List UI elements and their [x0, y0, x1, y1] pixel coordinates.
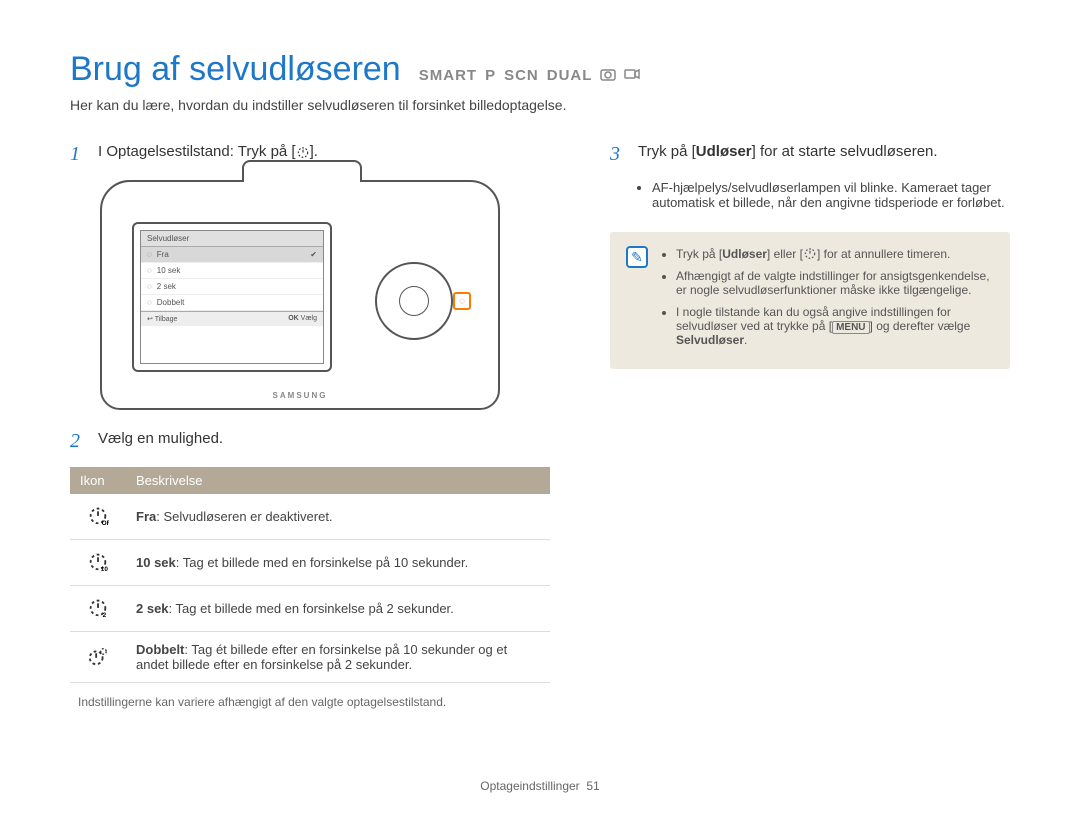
step-2-num: 2	[70, 430, 88, 453]
step-3-text: Tryk på [Udløser] for at starte selvudlø…	[638, 143, 938, 160]
screen-row-double: ◌ Dobbelt	[141, 295, 323, 311]
mode-dual: DUAL	[547, 67, 593, 84]
timer-off-icon: ◌	[147, 250, 152, 259]
mode-row: SMART P SCN DUAL	[419, 67, 641, 85]
step-1-text: I Optagelsestilstand: Tryk på [].	[98, 143, 318, 160]
list-item: Afhængigt af de valgte indstillinger for…	[676, 269, 994, 297]
camera-dpad: ◌	[375, 262, 453, 340]
table-row: 10 10 sek: Tag et billede med en forsink…	[70, 540, 550, 586]
svg-text:2: 2	[103, 612, 107, 618]
step-1-num: 1	[70, 143, 88, 166]
th-icon: Ikon	[70, 467, 126, 494]
table-footnote: Indstillingerne kan variere afhængigt af…	[70, 695, 550, 709]
timer-double-icon: ◌	[147, 298, 152, 307]
mode-p: P	[485, 67, 496, 84]
options-table: Ikon Beskrivelse OFF Fra: Selvudløseren …	[70, 467, 550, 683]
screen-row-fra: ◌ Fra ✔	[141, 247, 323, 263]
timer-double-icon	[70, 632, 126, 683]
list-item: Tryk på [Udløser] eller [] for at annull…	[676, 246, 994, 261]
th-desc: Beskrivelse	[126, 467, 550, 494]
mode-smart: SMART	[419, 67, 477, 84]
timer-icon	[803, 247, 817, 261]
dpad-ok-button	[399, 286, 429, 316]
menu-key-icon: MENU	[832, 321, 869, 334]
check-icon: ✔	[310, 250, 317, 259]
dpad-right-highlight: ◌	[453, 292, 471, 310]
camera-top	[242, 160, 362, 182]
page-title: Brug af selvudløseren SMART P SCN DUAL	[70, 50, 1010, 89]
table-row: 2 2 sek: Tag et billede med en forsinkel…	[70, 586, 550, 632]
timer-2-icon: 2	[70, 586, 126, 632]
mode-scn: SCN	[504, 67, 539, 84]
screen-row-2: ◌ 2 sek	[141, 279, 323, 295]
camera-illustration: Selvudløser ◌ Fra ✔ ◌ 10 sek ◌ 2 sek	[100, 180, 500, 410]
svg-text:10: 10	[101, 566, 109, 572]
step-2: 2 Vælg en mulighed.	[70, 430, 550, 453]
camera-screen: Selvudløser ◌ Fra ✔ ◌ 10 sek ◌ 2 sek	[132, 222, 332, 372]
timer-off-icon: OFF	[70, 494, 126, 540]
svg-text:OFF: OFF	[102, 520, 109, 526]
table-row: OFF Fra: Selvudløseren er deaktiveret.	[70, 494, 550, 540]
timer-10-icon: 10	[70, 540, 126, 586]
note-icon: ✎	[626, 246, 648, 268]
back-icon: ↩	[147, 316, 153, 323]
intro-text: Her kan du lære, hvordan du indstiller s…	[70, 97, 1010, 113]
screen-title: Selvudløser	[141, 231, 323, 247]
mode-video-icon	[624, 67, 640, 85]
timer-10-icon: ◌	[147, 266, 152, 275]
step-2-text: Vælg en mulighed.	[98, 430, 223, 447]
page-footer: Optageindstillinger 51	[0, 779, 1080, 793]
step-3-bullets: AF-hjælpelys/selvudløserlampen vil blink…	[638, 180, 1010, 210]
list-item: AF-hjælpelys/selvudløserlampen vil blink…	[652, 180, 1010, 210]
mode-camera-icon	[600, 67, 616, 85]
title-text: Brug af selvudløseren	[70, 50, 401, 89]
camera-brand: SAMSUNG	[273, 391, 328, 400]
table-row: Dobbelt: Tag ét billede efter en forsink…	[70, 632, 550, 683]
step-3: 3 Tryk på [Udløser] for at starte selvud…	[610, 143, 1010, 166]
list-item: I nogle tilstande kan du også angive ind…	[676, 305, 994, 347]
screen-row-10: ◌ 10 sek	[141, 263, 323, 279]
step-3-num: 3	[610, 143, 628, 166]
note-box: ✎ Tryk på [Udløser] eller [] for at annu…	[610, 232, 1010, 369]
timer-2-icon: ◌	[147, 282, 152, 291]
timer-icon	[296, 145, 310, 159]
